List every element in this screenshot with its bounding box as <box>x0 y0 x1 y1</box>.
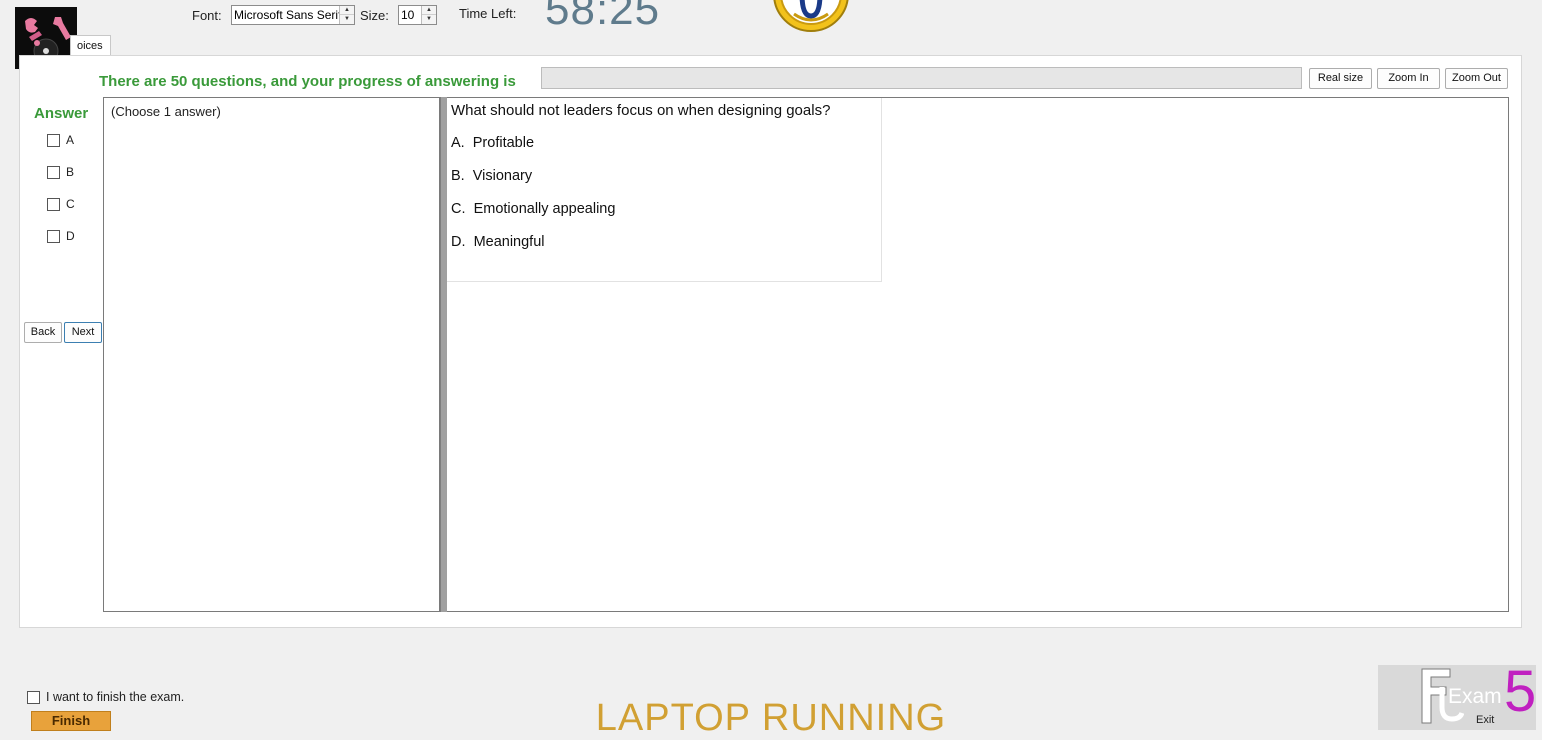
font-select[interactable]: Microsoft Sans Serif ▲ ▼ <box>231 5 355 25</box>
next-button[interactable]: Next <box>64 322 102 343</box>
font-select-value: Microsoft Sans Serif <box>234 8 342 22</box>
zoom-out-button[interactable]: Zoom Out <box>1445 68 1508 89</box>
time-left-label: Time Left: <box>459 6 517 21</box>
exam-logo-text: Exam <box>1448 685 1502 708</box>
choices-hint: (Choose 1 answer) <box>111 104 221 119</box>
option-text: Visionary <box>472 168 533 184</box>
finish-button[interactable]: Finish <box>31 711 111 731</box>
question-text: What should not leaders focus on when de… <box>451 102 831 119</box>
question-option-d: D. Meaningful <box>451 234 877 251</box>
answer-checkbox-b[interactable] <box>47 165 60 179</box>
answer-option-d[interactable]: D <box>47 228 75 244</box>
answer-checkbox-d[interactable] <box>47 229 60 243</box>
answer-title: Answer <box>34 105 89 122</box>
size-stepper[interactable]: 10 ▲ ▼ <box>398 5 437 25</box>
finish-confirm[interactable]: I want to finish the exam. <box>27 690 184 704</box>
answer-option-b[interactable]: B <box>47 164 74 180</box>
finish-checkbox-label: I want to finish the exam. <box>46 690 185 704</box>
answer-label-b: B <box>66 165 75 179</box>
size-label: Size: <box>360 8 389 23</box>
option-letter: C. <box>451 201 466 217</box>
finish-checkbox[interactable] <box>27 690 40 704</box>
pane-splitter[interactable] <box>440 97 447 612</box>
exam-number: 5 <box>1504 659 1537 724</box>
spin-up-icon[interactable]: ▲ <box>340 6 354 15</box>
answer-progress-bar <box>541 67 1302 89</box>
countdown-timer: 58:25 <box>545 0 661 34</box>
option-text: Emotionally appealing <box>473 201 616 217</box>
choices-box: (Choose 1 answer) <box>103 97 440 612</box>
answer-option-c[interactable]: C <box>47 196 75 212</box>
club-crest-icon <box>773 0 849 32</box>
tab-choices[interactable]: oices <box>70 35 111 56</box>
option-letter: D. <box>451 234 466 250</box>
question-area: What should not leaders focus on when de… <box>447 97 1509 612</box>
font-select-spinner[interactable]: ▲ ▼ <box>339 6 354 24</box>
option-text: Profitable <box>472 135 535 151</box>
progress-text: There are 50 questions, and your progres… <box>99 73 516 90</box>
question-option-c: C. Emotionally appealing <box>451 201 877 218</box>
tab-choices-label: oices <box>77 40 103 52</box>
answer-label-c: C <box>66 197 75 211</box>
spin-up-icon[interactable]: ▲ <box>422 6 436 15</box>
option-letter: B. <box>451 168 465 184</box>
option-text: Meaningful <box>473 234 545 250</box>
real-size-button[interactable]: Real size <box>1309 68 1372 89</box>
size-stepper-value: 10 <box>401 8 415 22</box>
spin-down-icon[interactable]: ▼ <box>340 15 354 24</box>
back-button[interactable]: Back <box>24 322 62 343</box>
option-letter: A. <box>451 135 465 151</box>
answer-label-d: D <box>66 229 75 243</box>
zoom-in-button[interactable]: Zoom In <box>1377 68 1440 89</box>
answer-label-a: A <box>66 133 75 147</box>
question-card: What should not leaders focus on when de… <box>447 98 882 282</box>
question-option-b: B. Visionary <box>451 168 877 185</box>
answer-checkbox-c[interactable] <box>47 197 60 211</box>
question-option-a: A. Profitable <box>451 135 877 152</box>
exit-label[interactable]: Exit <box>1476 714 1494 726</box>
size-stepper-spinner[interactable]: ▲ ▼ <box>421 6 436 24</box>
bottom-banner: LAPTOP RUNNING <box>595 697 947 739</box>
font-label: Font: <box>192 8 222 23</box>
exam-logo[interactable]: Exam 5 Exit <box>1378 659 1537 730</box>
spin-down-icon[interactable]: ▼ <box>422 15 436 24</box>
answer-option-a[interactable]: A <box>47 132 74 148</box>
answer-checkbox-a[interactable] <box>47 133 60 147</box>
